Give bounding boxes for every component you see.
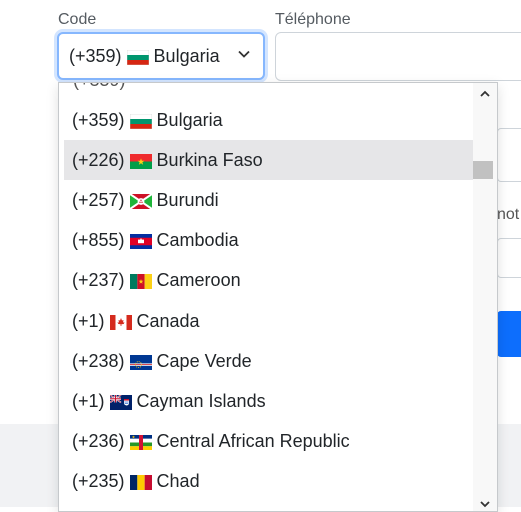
flag-ca-icon (109, 314, 132, 330)
option-country: Cameroon (156, 270, 241, 291)
partial-option[interactable]: (+359) (65, 83, 474, 93)
background-submit-button[interactable] (497, 311, 521, 357)
option-code: (+226) (72, 149, 125, 170)
option-country: Cape Verde (156, 350, 252, 371)
country-option[interactable]: (+226) Burkina Faso (64, 140, 473, 181)
flag-bg-icon (129, 113, 152, 129)
country-option[interactable]: (+257) Burundi (64, 180, 473, 220)
option-country: Burundi (156, 189, 219, 210)
flag-td-icon (129, 474, 152, 491)
scroll-thumb[interactable] (473, 161, 493, 179)
background-field[interactable] (497, 128, 521, 182)
country-code-select[interactable]: (+359) Bulgaria (57, 32, 265, 80)
option-country: Central African Republic (156, 431, 350, 452)
scroll-up-arrow-icon[interactable] (473, 87, 497, 102)
code-label: Code (58, 11, 97, 28)
option-code: (+238) (72, 350, 125, 371)
flag-cf-icon (129, 434, 152, 451)
country-option[interactable]: (+359) Bulgaria (64, 100, 473, 140)
country-option[interactable]: (+238) Cape Verde (64, 341, 473, 381)
selected-country: Bulgaria (153, 45, 220, 66)
country-option[interactable]: (+235) Chad (64, 462, 473, 502)
country-option[interactable]: (+1) Canada (64, 301, 473, 341)
option-code: (+237) (72, 270, 125, 291)
country-option[interactable]: (+855) Cambodia (64, 221, 473, 261)
flag-cv-icon (129, 354, 152, 370)
country-code-dropdown[interactable]: (+359) (+359)Bulgaria(+226)Burkina Faso(… (58, 82, 498, 512)
flag-ky-icon (109, 394, 132, 410)
country-option[interactable]: (+236) Central African Republic (64, 422, 473, 462)
phone-input[interactable] (275, 32, 521, 81)
option-code: (+359) (72, 109, 125, 130)
option-country: Cambodia (156, 230, 239, 251)
flag-bf-icon (129, 153, 152, 169)
country-option[interactable]: (+237) Cameroon (64, 261, 473, 301)
option-code: (+236) (72, 431, 125, 452)
phone-label: Téléphone (275, 11, 351, 28)
option-code: (+257) (72, 189, 125, 210)
flag-cm-icon (129, 273, 152, 290)
flag-bi-icon (128, 193, 153, 210)
option-country: Bulgaria (156, 109, 223, 130)
option-code: (+855) (72, 230, 125, 251)
background-text: not (497, 206, 520, 223)
option-country: Cayman Islands (136, 390, 266, 411)
selected-flag-icon (126, 49, 149, 65)
option-country: Chad (156, 471, 200, 492)
option-country: Canada (136, 310, 200, 331)
chevron-down-icon (237, 47, 251, 64)
background-field[interactable] (497, 238, 521, 278)
flag-kh-icon (129, 233, 152, 250)
scroll-down-arrow-icon[interactable] (473, 497, 497, 511)
option-code: (+1) (72, 390, 105, 411)
dropdown-scrollbar[interactable] (473, 83, 497, 511)
selected-code: (+359) (69, 45, 122, 66)
option-code: (+1) (72, 310, 105, 331)
option-code: (+235) (72, 471, 125, 492)
option-country: Burkina Faso (156, 149, 263, 170)
country-option[interactable]: (+1) Cayman Islands (64, 381, 473, 421)
